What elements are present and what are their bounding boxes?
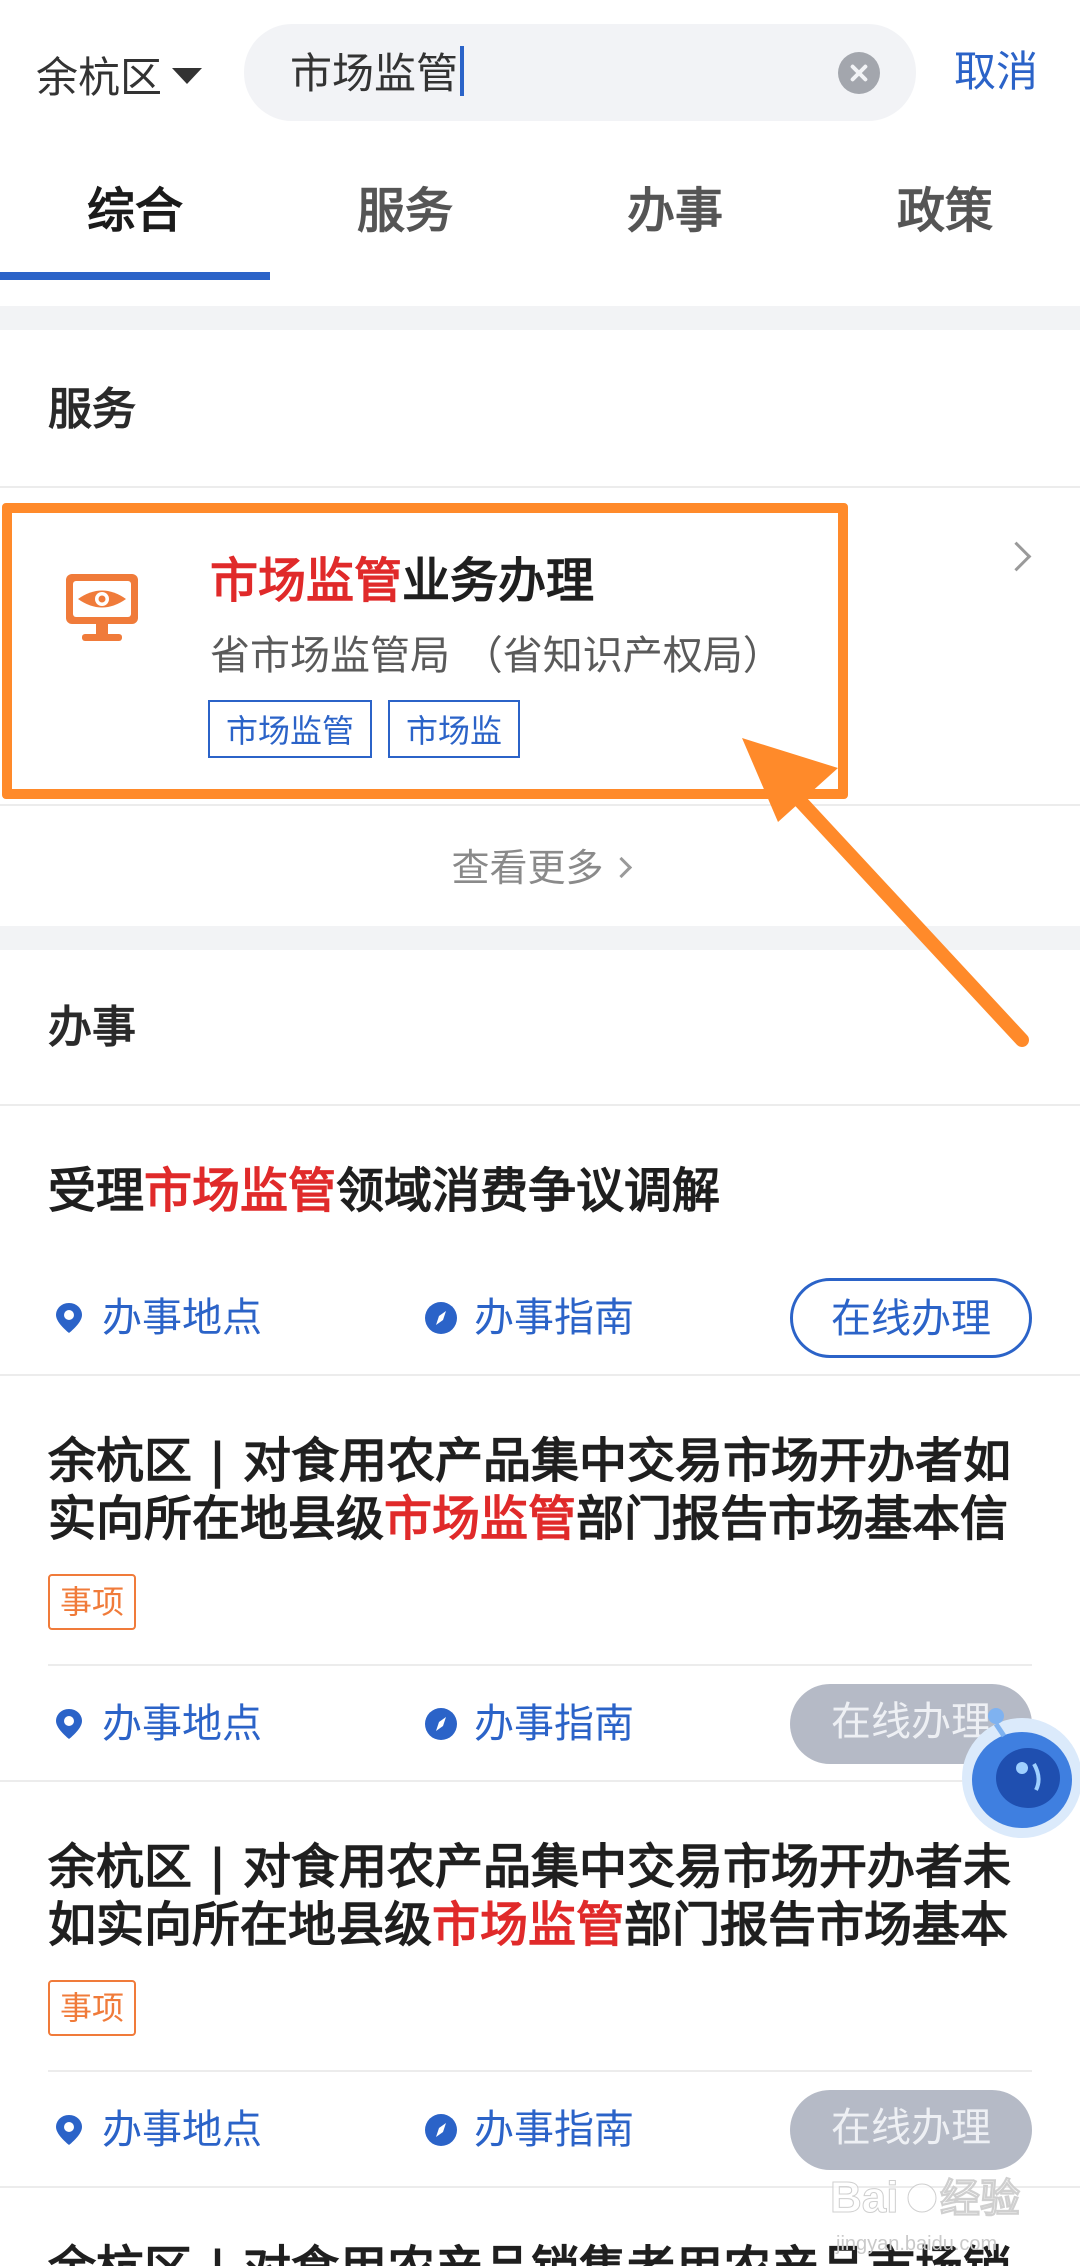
section-divider <box>0 926 1080 950</box>
guide-link[interactable]: 办事指南 <box>424 2102 634 2158</box>
chevron-right-icon <box>610 856 632 879</box>
divider <box>0 1374 1080 1376</box>
location-link[interactable]: 办事地点 <box>52 2102 262 2158</box>
clear-icon[interactable] <box>838 52 880 94</box>
location-pin-icon <box>56 1709 82 1739</box>
affair-item-title[interactable]: 受理市场监管领域消费争议调解 <box>48 1162 1038 1220</box>
service-section-title: 服务 <box>48 384 136 435</box>
cancel-button[interactable]: 取消 <box>954 44 1038 100</box>
tab-services[interactable]: 服务 <box>270 178 540 244</box>
location-link[interactable]: 办事地点 <box>52 1290 262 1346</box>
title-highlight: 市场监管 <box>384 1491 577 1547</box>
divider <box>48 2070 1032 2072</box>
tab-comprehensive[interactable]: 综合 <box>0 178 270 244</box>
compass-icon <box>425 1708 457 1740</box>
divider <box>0 1780 1080 1782</box>
location-label: 办事地点 <box>102 2107 262 2153</box>
see-more-label: 查看更多 <box>451 846 604 890</box>
guide-link[interactable]: 办事指南 <box>424 1696 634 1752</box>
item-type-tag: 事项 <box>48 1980 137 2036</box>
online-handle-button[interactable]: 在线办理 <box>790 1278 1032 1358</box>
title-part: 受理 <box>48 1163 145 1219</box>
location-pin-icon <box>56 1303 82 1333</box>
search-input[interactable]: 市场监管 <box>290 46 465 100</box>
title-part: 领域消费争议调解 <box>336 1163 721 1219</box>
title-part: 部门报告市场基本信 <box>576 1491 1009 1547</box>
baidu-jingyan-watermark: Bai 经验 jingyan.baidu.com <box>830 2173 1021 2256</box>
search-box[interactable]: 市场监管 <box>244 24 916 121</box>
assistant-robot-icon[interactable] <box>952 1698 1080 1848</box>
affairs-section-title: 办事 <box>48 1002 136 1053</box>
svg-text:Bai: Bai <box>830 2173 898 2222</box>
guide-label: 办事指南 <box>474 1701 634 1747</box>
divider <box>0 1104 1080 1106</box>
svg-text:经验: 经验 <box>940 2177 1020 2221</box>
region-label: 余杭区 <box>36 52 163 102</box>
compass-icon <box>425 2114 457 2146</box>
tab-policy[interactable]: 政策 <box>810 178 1080 244</box>
title-part: 部门报告市场基本 <box>624 1897 1009 1953</box>
region-selector[interactable]: 余杭区 <box>36 44 203 104</box>
search-input-value: 市场监管 <box>290 49 459 98</box>
tab-affairs[interactable]: 办事 <box>540 178 810 244</box>
caret-down-icon <box>172 68 203 84</box>
section-divider <box>0 306 1080 330</box>
affair-item-title[interactable]: 余杭区 | 对食用农产品集中交易市场开办者如实向所在地县级市场监管部门报告市场基… <box>48 1432 1038 1548</box>
location-label: 办事地点 <box>102 1701 262 1747</box>
tab-active-indicator <box>0 272 270 280</box>
guide-link[interactable]: 办事指南 <box>424 1290 634 1346</box>
guide-label: 办事指南 <box>474 2107 634 2153</box>
guide-label: 办事指南 <box>474 1295 634 1341</box>
see-more-link[interactable]: 查看更多 <box>0 840 1080 896</box>
svg-text:jingyan.baidu.com: jingyan.baidu.com <box>835 2233 997 2255</box>
annotation-highlight-box <box>2 503 848 799</box>
location-link[interactable]: 办事地点 <box>52 1696 262 1752</box>
affair-item-title[interactable]: 余杭区 | 对食用农产品集中交易市场开办者未如实向所在地县级市场监管部门报告市场… <box>48 1838 1038 1954</box>
text-cursor <box>460 46 465 96</box>
compass-icon <box>425 1302 457 1334</box>
location-label: 办事地点 <box>102 1295 262 1341</box>
location-pin-icon <box>56 2115 82 2145</box>
divider <box>48 1664 1032 1666</box>
divider <box>0 804 1080 806</box>
divider <box>0 486 1080 488</box>
title-highlight: 市场监管 <box>432 1897 625 1953</box>
item-type-tag: 事项 <box>48 1574 137 1630</box>
title-highlight: 市场监管 <box>144 1163 337 1219</box>
